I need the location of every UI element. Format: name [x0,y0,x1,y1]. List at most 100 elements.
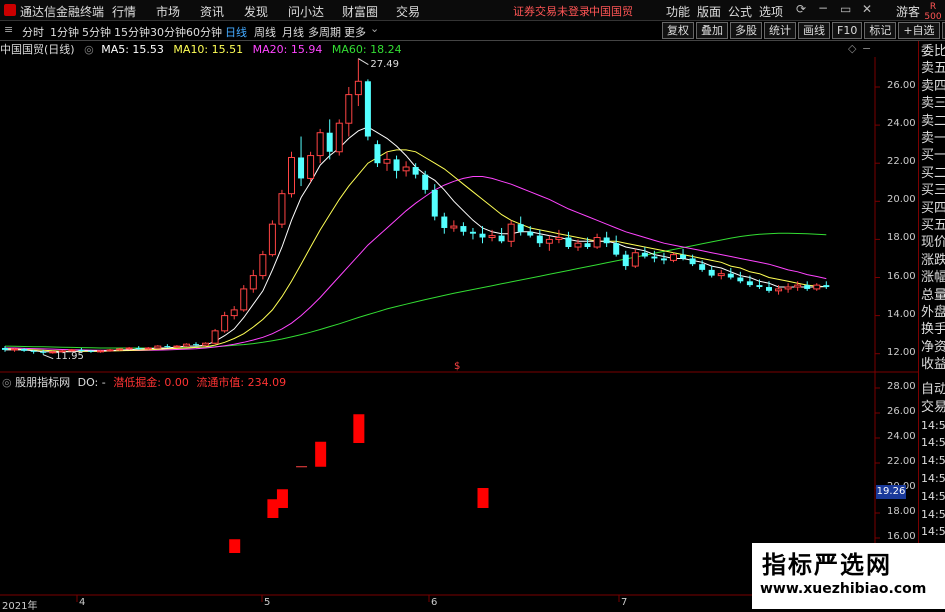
candle-up[interactable] [354,80,362,96]
candle-down[interactable] [164,346,171,348]
period-tab-monthly[interactable]: 月线 [282,24,304,40]
indicator-name[interactable]: 股朋指标网 [15,376,70,389]
menu-item-market[interactable]: 市场 [156,3,180,20]
settings-icon[interactable]: ◇ [848,42,856,55]
candle-down[interactable] [565,237,572,248]
candle-down[interactable] [613,243,620,255]
candle-down[interactable] [460,226,467,232]
candle-down[interactable] [823,285,830,288]
candle-up[interactable] [488,235,496,238]
candle-down[interactable] [422,174,429,190]
candle-up[interactable] [670,254,677,261]
mark-button[interactable]: 标记 [864,22,897,39]
candle-up[interactable] [345,94,353,124]
menu-item-function[interactable]: 功能 [666,3,690,20]
menu-item-formula[interactable]: 公式 [728,3,752,20]
candle-up[interactable] [125,347,133,350]
candle-down[interactable] [804,285,811,289]
signal-bar[interactable] [276,489,288,508]
candle-down[interactable] [479,233,486,238]
candle-down[interactable] [603,237,610,244]
menu-item-options[interactable]: 选项 [759,3,783,20]
menu-item-discover[interactable]: 发现 [244,3,268,20]
signal-bar[interactable] [315,441,327,467]
candle-down[interactable] [727,273,734,278]
candle-up[interactable] [230,309,238,317]
period-tab-more[interactable]: 更多 [344,24,366,40]
candle-down[interactable] [641,252,648,257]
guest-user[interactable]: 游客 [896,3,920,20]
sub-toggle-icon[interactable]: ◎ [2,376,12,389]
candle-up[interactable] [507,223,515,242]
candle-down[interactable] [536,235,543,244]
candle-up[interactable] [813,284,821,290]
f10-button[interactable]: F10 [832,22,863,39]
candle-down[interactable] [326,132,333,152]
candle-up[interactable] [450,225,458,229]
candle-up[interactable] [402,166,410,172]
candle-up[interactable] [316,132,324,157]
candle-down[interactable] [680,254,687,259]
candle-up[interactable] [240,288,248,311]
candle-down[interactable] [393,159,400,171]
candle-up[interactable] [555,236,563,240]
candle-down[interactable] [40,351,47,353]
candle-down[interactable] [469,231,476,234]
candle-up[interactable] [545,238,553,244]
candle-up[interactable] [154,345,162,349]
menu-item-trade[interactable]: 交易 [396,3,420,20]
candle-down[interactable] [498,235,505,242]
period-tab-15min[interactable]: 15分钟 [114,24,150,40]
statistics-button[interactable]: 统计 [764,22,796,39]
period-tab-30min[interactable]: 30分钟 [150,24,186,40]
candle-down[interactable] [660,258,667,261]
menu-item-news[interactable]: 资讯 [200,3,224,20]
candle-up[interactable] [144,347,152,350]
period-tab-multi[interactable]: 多周期 [308,24,341,40]
list-icon[interactable]: ≡ [4,23,13,36]
candle-down[interactable] [364,81,371,137]
menu-item-quotes[interactable]: 行情 [112,3,136,20]
multi-stock-button[interactable]: 多股 [730,22,762,39]
candle-down[interactable] [21,348,28,351]
period-tab-60min[interactable]: 60分钟 [186,24,222,40]
event-marker[interactable]: $ [454,361,460,372]
candle-down[interactable] [2,347,8,350]
candle-up[interactable] [11,348,19,351]
minimize-icon[interactable]: − [818,1,828,15]
candle-down[interactable] [431,189,438,217]
candle-up[interactable] [574,242,582,248]
candle-up[interactable] [116,348,124,351]
candle-down[interactable] [517,224,524,232]
candle-up[interactable] [249,275,257,290]
candle-up[interactable] [268,223,276,256]
candle-up[interactable] [717,273,725,277]
candle-down[interactable] [689,258,696,265]
adjust-button[interactable]: 复权 [662,22,694,39]
login-notice[interactable]: 证券交易未登录 [513,3,590,19]
restore-icon[interactable]: ▭ [840,2,851,16]
candle-down[interactable] [737,277,744,282]
menu-item-layout[interactable]: 版面 [697,3,721,20]
candle-down[interactable] [766,287,772,291]
candle-down[interactable] [651,256,658,259]
period-tab-1min[interactable]: 1分钟 [50,24,79,40]
kline-chart[interactable]: $ [0,57,918,609]
candle-down[interactable] [135,347,142,349]
candle-up[interactable] [593,236,601,248]
candle-down[interactable] [756,285,763,288]
candle-down[interactable] [374,144,381,164]
period-tab-daily[interactable]: 日线 [225,24,247,40]
ma-toggle-icon[interactable]: ◎ [84,43,94,56]
signal-bar[interactable] [267,499,279,518]
candle-up[interactable] [221,315,229,332]
candle-down[interactable] [412,167,419,175]
candle-up[interactable] [775,288,783,292]
period-tab-intraday[interactable]: 分时 [22,24,44,40]
period-tab-weekly[interactable]: 周线 [254,24,276,40]
candle-up[interactable] [794,284,802,288]
candle-down[interactable] [708,269,715,276]
candle-up[interactable] [173,345,181,348]
candle-down[interactable] [746,281,753,286]
candle-down[interactable] [584,243,591,248]
